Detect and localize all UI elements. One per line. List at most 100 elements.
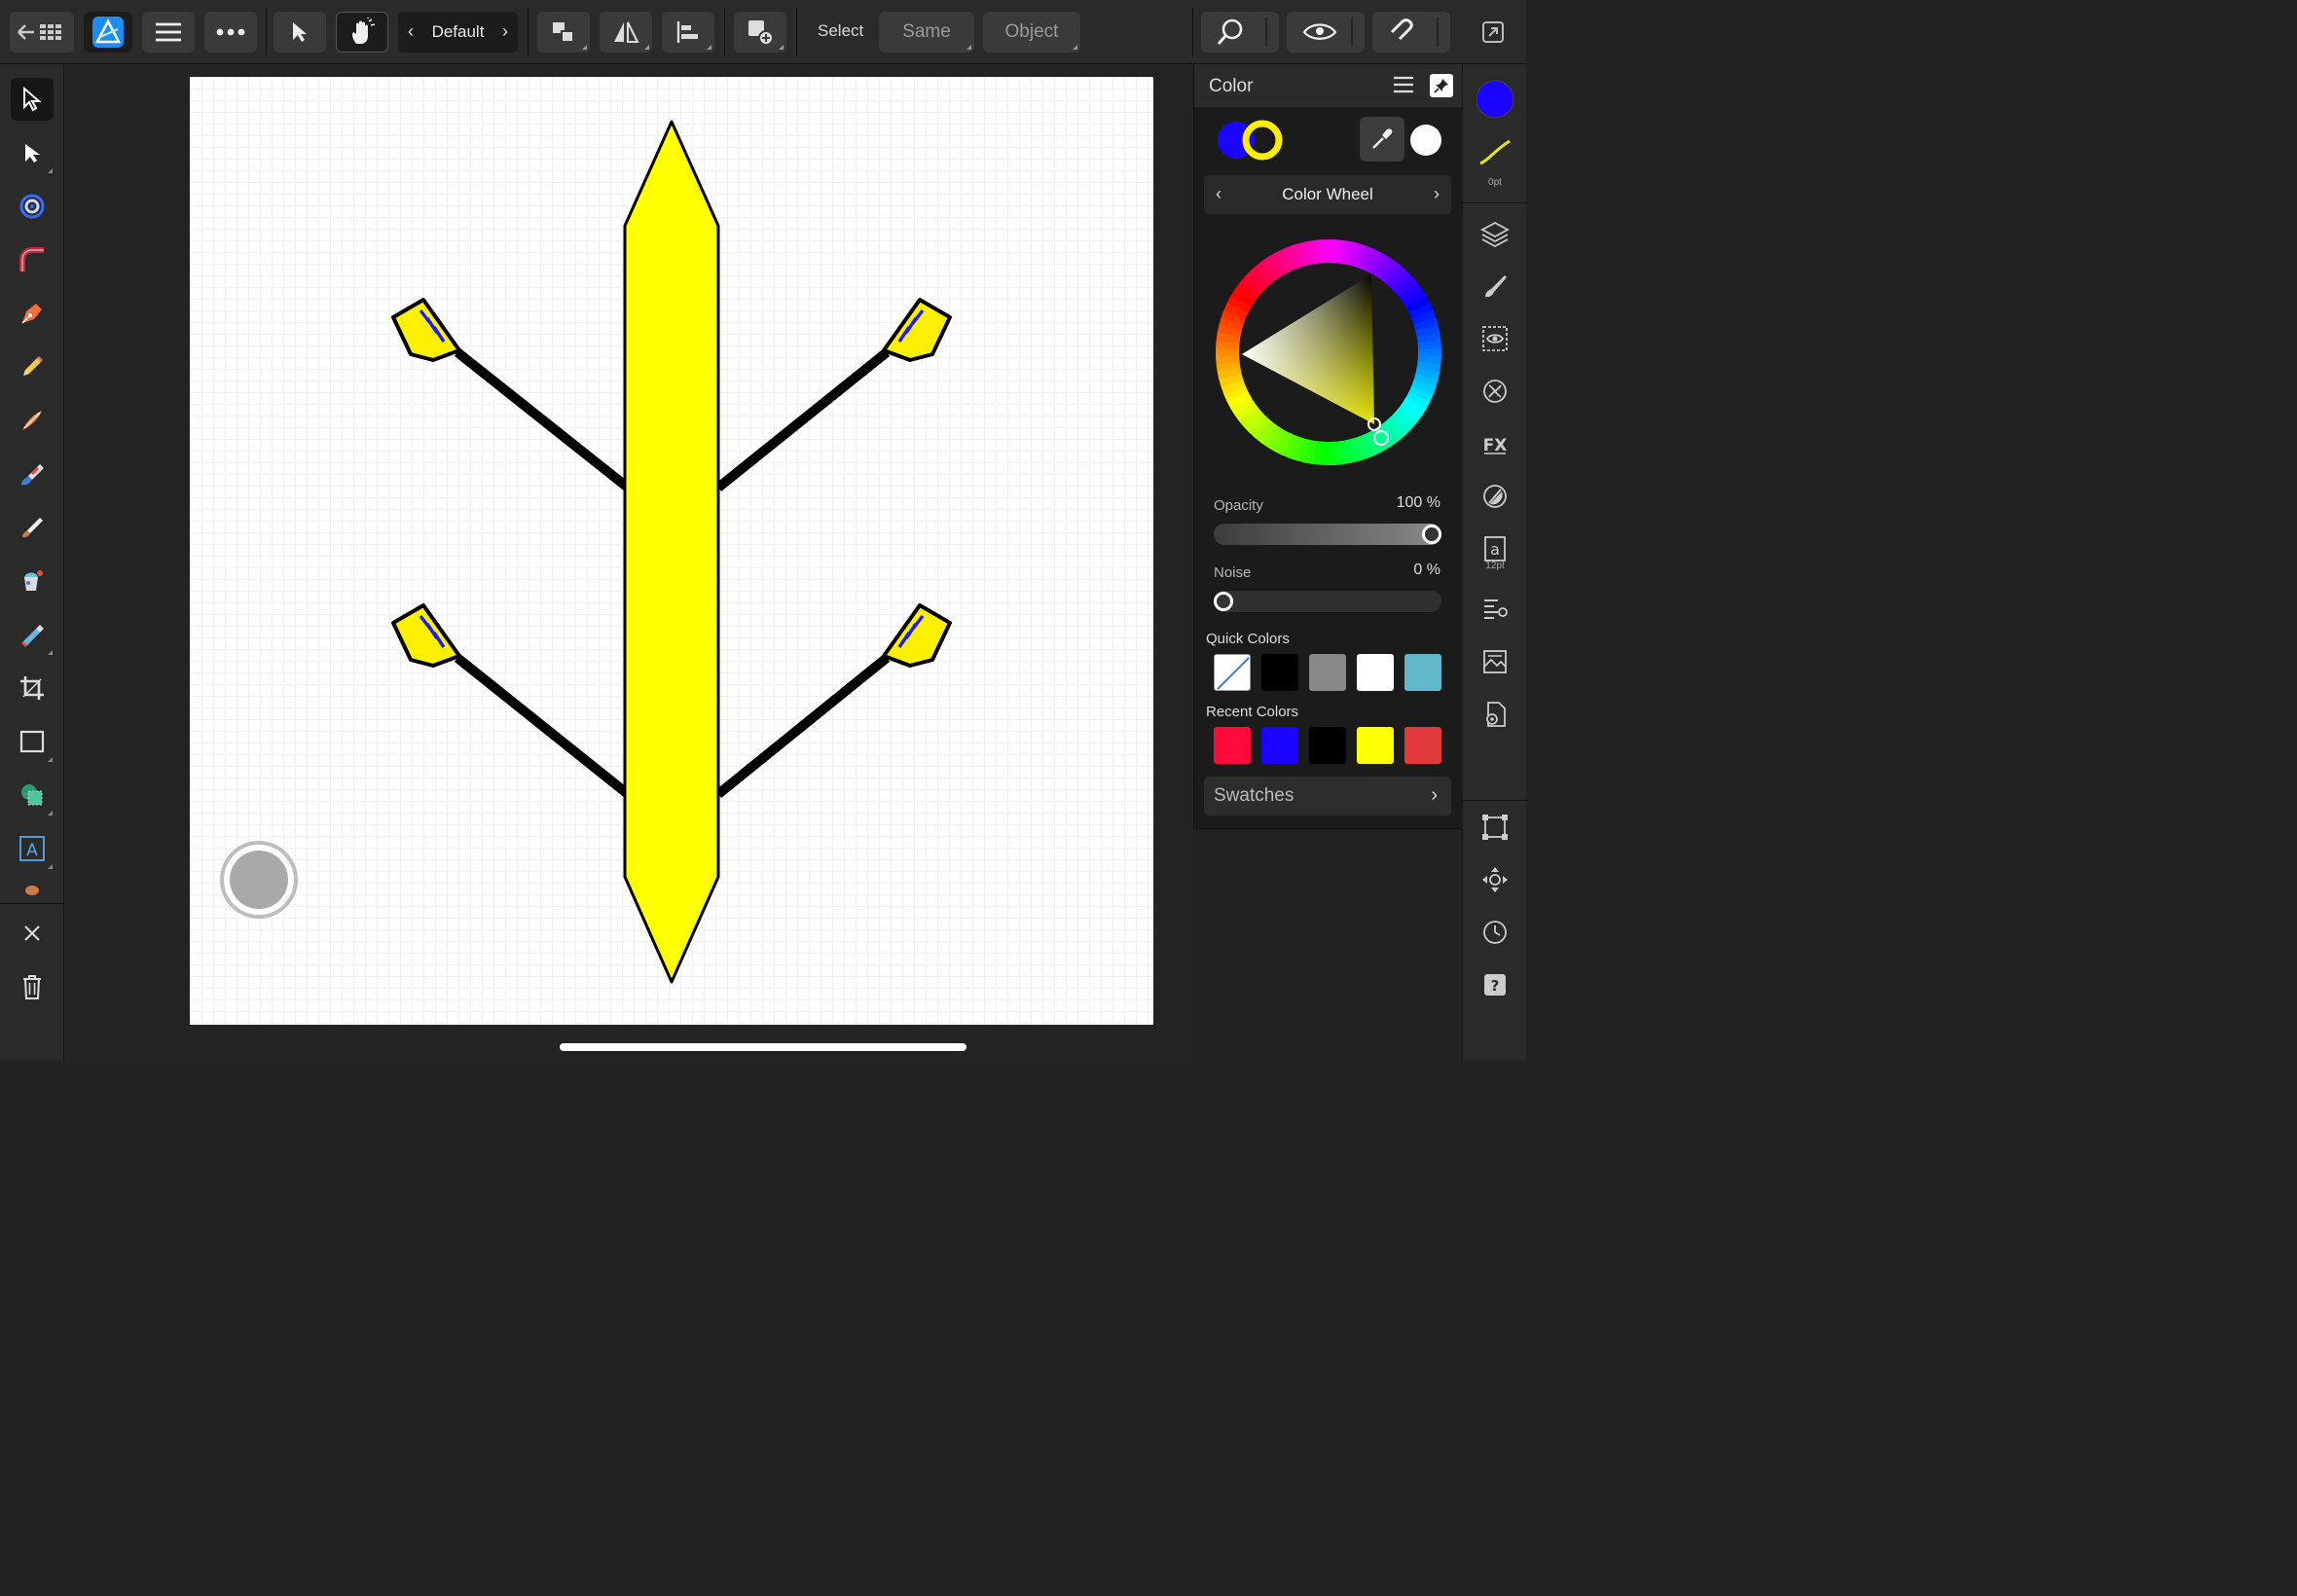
- rectangle-tool[interactable]: [11, 720, 54, 763]
- persona-mode-selector[interactable]: ‹ Default ›: [398, 12, 518, 53]
- artistic-text-tool[interactable]: A: [11, 827, 54, 870]
- zoom-button[interactable]: [1201, 12, 1279, 53]
- select-same-button[interactable]: Same: [879, 12, 974, 53]
- transparency-tool[interactable]: [11, 613, 54, 656]
- swatches-button[interactable]: Swatches ›: [1204, 777, 1451, 816]
- brushes-studio-button[interactable]: [1476, 267, 1514, 306]
- align-left-icon: [676, 21, 698, 43]
- quick-color-swatch[interactable]: [1404, 654, 1441, 691]
- select-object-button[interactable]: Object: [983, 12, 1080, 53]
- noise-slider-thumb[interactable]: [1214, 592, 1233, 611]
- move-tool[interactable]: [11, 78, 54, 121]
- artwork[interactable]: [190, 77, 1153, 1025]
- more-options-button[interactable]: [204, 12, 257, 53]
- history-studio-button[interactable]: [1476, 913, 1514, 952]
- hide-ui-button[interactable]: [1472, 12, 1514, 53]
- quick-color-swatch[interactable]: [1309, 654, 1346, 691]
- effects-studio-button[interactable]: FX: [1476, 424, 1514, 463]
- color-mode-label: Color Wheel: [1282, 185, 1373, 203]
- toolbar-separator: [724, 8, 725, 56]
- boat-hull[interactable]: [623, 120, 720, 984]
- transparency-studio-button[interactable]: [1476, 477, 1514, 516]
- quick-color-swatch[interactable]: [1261, 654, 1298, 691]
- document-menu-button[interactable]: [10, 12, 74, 53]
- recent-color-swatch[interactable]: [1357, 727, 1394, 764]
- chevron-left-icon[interactable]: ‹: [408, 21, 414, 42]
- saturation-triangle[interactable]: [1242, 274, 1374, 424]
- select-mode-button[interactable]: [273, 12, 326, 53]
- quick-color-swatch[interactable]: [1214, 654, 1251, 691]
- tools-divider: [0, 903, 64, 904]
- align-button[interactable]: [662, 12, 714, 53]
- home-indicator: [560, 1043, 966, 1051]
- eyedropper-button[interactable]: [1360, 117, 1404, 162]
- color-wheel[interactable]: [1216, 239, 1441, 465]
- picked-color-swatch[interactable]: [1410, 125, 1441, 156]
- fill-stroke-selector[interactable]: [1216, 119, 1294, 165]
- opacity-slider-thumb[interactable]: [1422, 525, 1441, 544]
- stroke-panel-button[interactable]: [1476, 372, 1514, 411]
- main-menu-button[interactable]: [142, 12, 195, 53]
- tools-panel: A: [0, 64, 64, 1061]
- fill-tool[interactable]: [11, 453, 54, 495]
- more-tools-handle[interactable]: [11, 878, 54, 901]
- recent-color-swatch[interactable]: [1261, 727, 1298, 764]
- recent-color-swatch[interactable]: [1309, 727, 1346, 764]
- flip-button[interactable]: [600, 12, 652, 53]
- oar-top-left[interactable]: [391, 298, 632, 491]
- recent-color-swatch[interactable]: [1214, 727, 1251, 764]
- quick-color-swatch[interactable]: [1357, 654, 1394, 691]
- stroke-studio-button[interactable]: [1476, 132, 1514, 171]
- chevron-right-icon[interactable]: ›: [502, 21, 508, 42]
- crop-tool[interactable]: [11, 667, 54, 709]
- color-studio-button[interactable]: [1476, 80, 1514, 119]
- layers-studio-button[interactable]: [1476, 214, 1514, 253]
- vector-brush-tool[interactable]: [11, 399, 54, 442]
- magnet-icon: [1390, 18, 1439, 47]
- navigator-studio-button[interactable]: [1476, 860, 1514, 899]
- document-settings-button[interactable]: [1476, 695, 1514, 734]
- color-mode-selector[interactable]: ‹ Color Wheel ›: [1204, 175, 1451, 214]
- transform-studio-button[interactable]: [1476, 808, 1514, 847]
- transform-icon: [1482, 815, 1508, 840]
- noise-slider[interactable]: [1214, 591, 1441, 612]
- touch-select-button[interactable]: [336, 12, 388, 53]
- stock-icon: [1483, 650, 1507, 673]
- trash-icon: [23, 975, 41, 999]
- delete-button[interactable]: [11, 965, 54, 1008]
- stock-studio-button[interactable]: [1476, 642, 1514, 681]
- arrange-button[interactable]: [537, 12, 590, 53]
- oar-bottom-right[interactable]: [714, 603, 952, 798]
- studio-bar: 0pt FX a 12pt ?: [1462, 64, 1527, 1061]
- pencil-tool[interactable]: [11, 345, 54, 388]
- oar-bottom-left[interactable]: [391, 603, 632, 798]
- help-button[interactable]: ?: [1476, 965, 1514, 1004]
- close-icon: [24, 925, 40, 941]
- oar-top-right[interactable]: [714, 298, 952, 491]
- color-picker-tool[interactable]: [11, 560, 54, 602]
- help-icon: ?: [1484, 974, 1506, 996]
- corner-tool[interactable]: [11, 238, 54, 281]
- recent-color-swatch[interactable]: [1404, 727, 1441, 764]
- magnifier-icon: [1217, 18, 1267, 47]
- panel-menu-icon[interactable]: [1392, 76, 1415, 93]
- designer-persona-button[interactable]: [84, 12, 132, 53]
- paragraph-studio-button[interactable]: [1476, 590, 1514, 629]
- view-mode-button[interactable]: [1287, 12, 1365, 53]
- paint-brush-tool[interactable]: [11, 506, 54, 549]
- pen-tool-icon: [21, 304, 42, 324]
- quick-action-button[interactable]: [220, 841, 298, 919]
- pin-panel-button[interactable]: [1430, 74, 1453, 97]
- node-tool-icon: [25, 144, 40, 163]
- opacity-slider[interactable]: [1214, 524, 1441, 545]
- insert-button[interactable]: [734, 12, 786, 53]
- snapping-button[interactable]: [1372, 12, 1450, 53]
- node-tool[interactable]: [11, 131, 54, 174]
- pen-tool[interactable]: [11, 292, 54, 335]
- close-context-button[interactable]: [11, 912, 54, 955]
- collapse-icon: [1482, 21, 1504, 43]
- contour-tool[interactable]: [11, 185, 54, 228]
- appearance-studio-button[interactable]: [1476, 319, 1514, 358]
- chevron-right-icon[interactable]: ›: [1434, 184, 1440, 204]
- shape-builder-tool[interactable]: [11, 774, 54, 816]
